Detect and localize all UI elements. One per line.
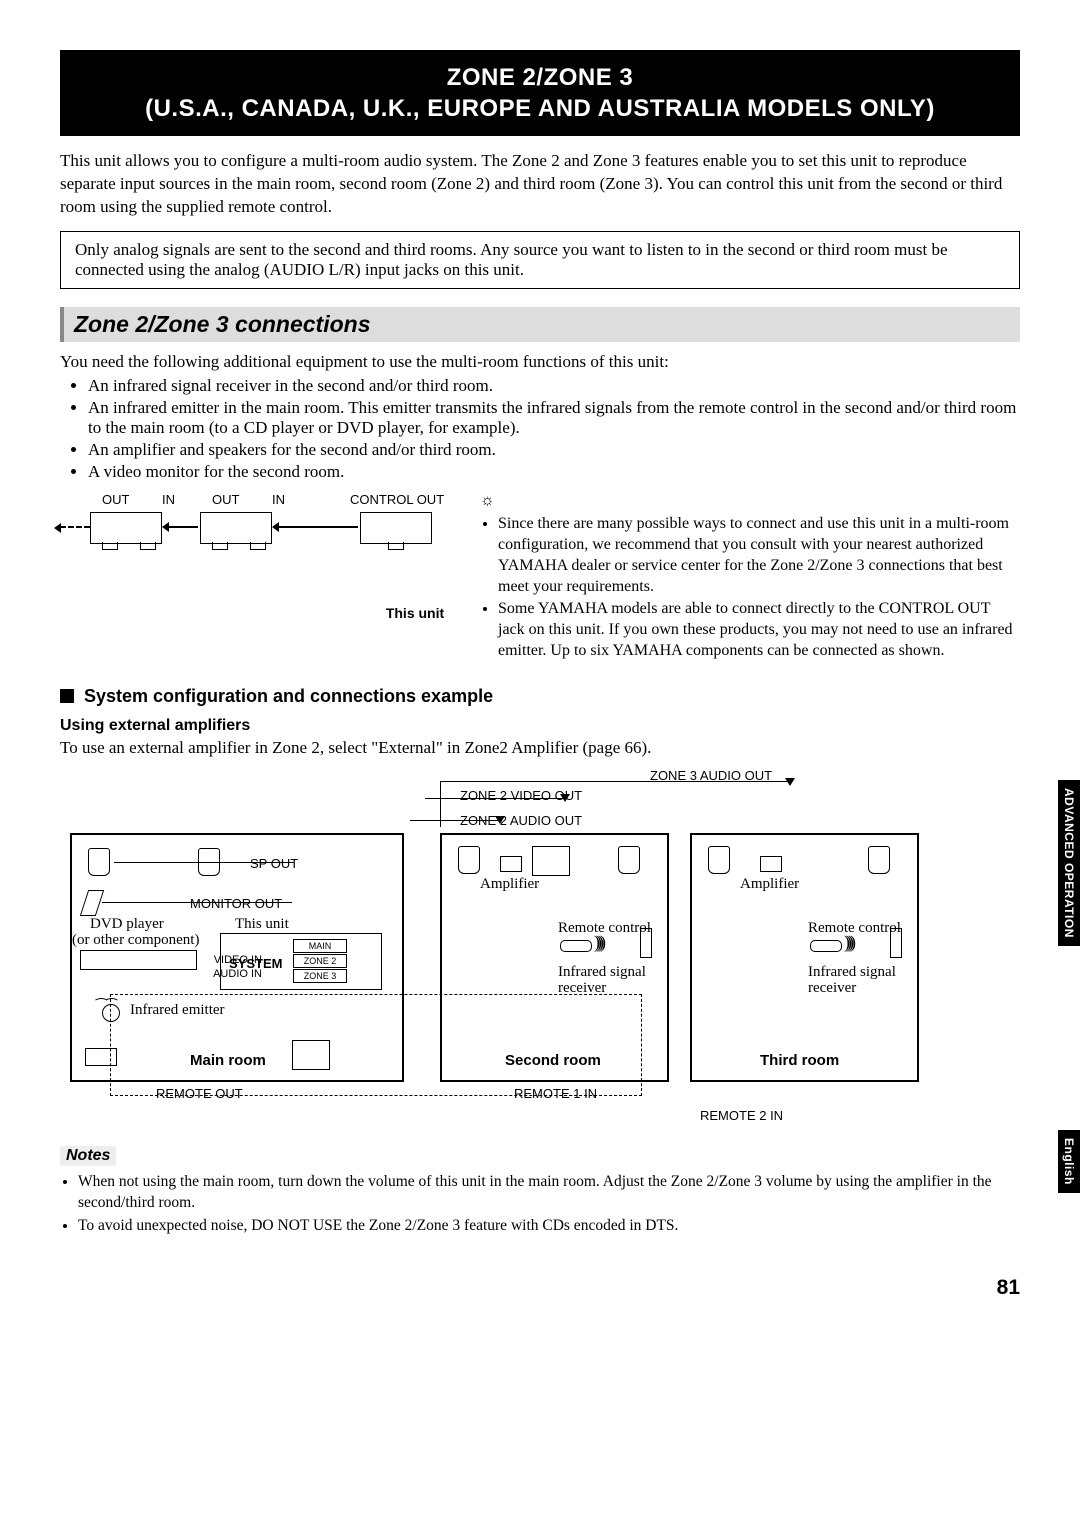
config-example-heading-text: System configuration and connections exa…	[84, 686, 493, 706]
label-remote-out: REMOTE OUT	[156, 1086, 243, 1101]
tip-icon: ☼	[480, 492, 1020, 510]
remote-icon	[560, 940, 592, 952]
speaker-icon	[458, 846, 480, 874]
label-video-in: VIDEO IN	[202, 954, 262, 966]
label-remote-control: Remote control	[808, 920, 901, 937]
label-out: OUT	[102, 492, 129, 507]
label-receiver: receiver	[808, 980, 856, 997]
label-monitor-out: MONITOR OUT	[190, 896, 282, 911]
label-sp-out: SP OUT	[250, 856, 298, 871]
amp-icon	[500, 856, 522, 872]
label-in: IN	[162, 492, 175, 507]
label-this-unit: This unit	[235, 916, 289, 933]
label-out: OUT	[212, 492, 239, 507]
title-line1: ZONE 2/ZONE 3	[70, 62, 1010, 93]
info-box: Only analog signals are sent to the seco…	[60, 231, 1020, 289]
note-item: When not using the main room, turn down …	[78, 1172, 1020, 1214]
page-number: 81	[60, 1276, 1020, 1300]
label-remote-control: Remote control	[558, 920, 651, 937]
label-third-room: Third room	[760, 1052, 839, 1069]
ir-waves-icon: ))))	[594, 932, 602, 953]
btn-zone3: ZONE 3	[293, 969, 347, 983]
equip-item: An amplifier and speakers for the second…	[88, 440, 1020, 460]
label-ir-signal: Infrared signal	[808, 964, 896, 981]
using-external-amps: Using external amplifiers	[60, 717, 1020, 735]
config-example-heading: System configuration and connections exa…	[60, 686, 1020, 707]
label-ir-signal: Infrared signal	[558, 964, 646, 981]
chain-diagram: OUT IN OUT IN CONTROL OUT This unit	[60, 492, 460, 664]
equip-item: An infrared signal receiver in the secon…	[88, 376, 1020, 396]
amp-icon	[760, 856, 782, 872]
equip-item: A video monitor for the second room.	[88, 462, 1020, 482]
btn-zone2: ZONE 2	[293, 954, 347, 968]
tips-column: ☼ Since there are many possible ways to …	[480, 492, 1020, 664]
dvd-box	[80, 950, 197, 970]
ir-receiver-icon	[890, 928, 902, 958]
label-dvd-player: DVD player	[90, 916, 164, 933]
btn-main: MAIN	[293, 939, 347, 953]
label-or-other: (or other component)	[72, 932, 199, 949]
speaker-icon	[868, 846, 890, 874]
label-amplifier: Amplifier	[740, 876, 799, 893]
label-remote-1-in: REMOTE 1 IN	[514, 1086, 597, 1101]
ir-receiver-icon	[640, 928, 652, 958]
square-bullet-icon	[60, 689, 74, 703]
tip-item: Since there are many possible ways to co…	[498, 514, 1020, 597]
system-diagram: ZONE 3 AUDIO OUT ZONE 2 VIDEO OUT ZONE 2…	[60, 768, 1020, 1128]
label-in: IN	[272, 492, 285, 507]
remote-icon	[810, 940, 842, 952]
intro-paragraph: This unit allows you to configure a mult…	[60, 150, 1020, 219]
tv-icon	[532, 846, 570, 876]
notes-label: Notes	[60, 1146, 116, 1166]
this-unit-label: This unit	[370, 605, 460, 621]
side-tab-english: English	[1058, 1130, 1080, 1193]
label-audio-in: AUDIO IN	[202, 968, 262, 980]
side-tab-advanced: ADVANCED OPERATION	[1058, 780, 1080, 946]
note-item: To avoid unexpected noise, DO NOT USE th…	[78, 1216, 1020, 1237]
speaker-icon	[708, 846, 730, 874]
equipment-list: An infrared signal receiver in the secon…	[60, 376, 1020, 482]
ir-waves-icon: ))))	[844, 932, 852, 953]
title-line2: (U.S.A., CANADA, U.K., EUROPE AND AUSTRA…	[70, 93, 1010, 124]
equipment-intro: You need the following additional equipm…	[60, 352, 1020, 372]
notes-list: When not using the main room, turn down …	[60, 1172, 1020, 1237]
tip-item: Some YAMAHA models are able to connect d…	[498, 599, 1020, 661]
label-control-out: CONTROL OUT	[350, 492, 444, 507]
page-title-bar: ZONE 2/ZONE 3 (U.S.A., CANADA, U.K., EUR…	[60, 50, 1020, 136]
speaker-icon	[88, 848, 110, 876]
config-example-text: To use an external amplifier in Zone 2, …	[60, 737, 1020, 760]
label-remote-2-in: REMOTE 2 IN	[700, 1108, 783, 1123]
speaker-icon	[618, 846, 640, 874]
label-amplifier: Amplifier	[480, 876, 539, 893]
cable-dash-box	[110, 994, 642, 1096]
section-heading-connections: Zone 2/Zone 3 connections	[60, 307, 1020, 342]
equip-item: An infrared emitter in the main room. Th…	[88, 398, 1020, 438]
